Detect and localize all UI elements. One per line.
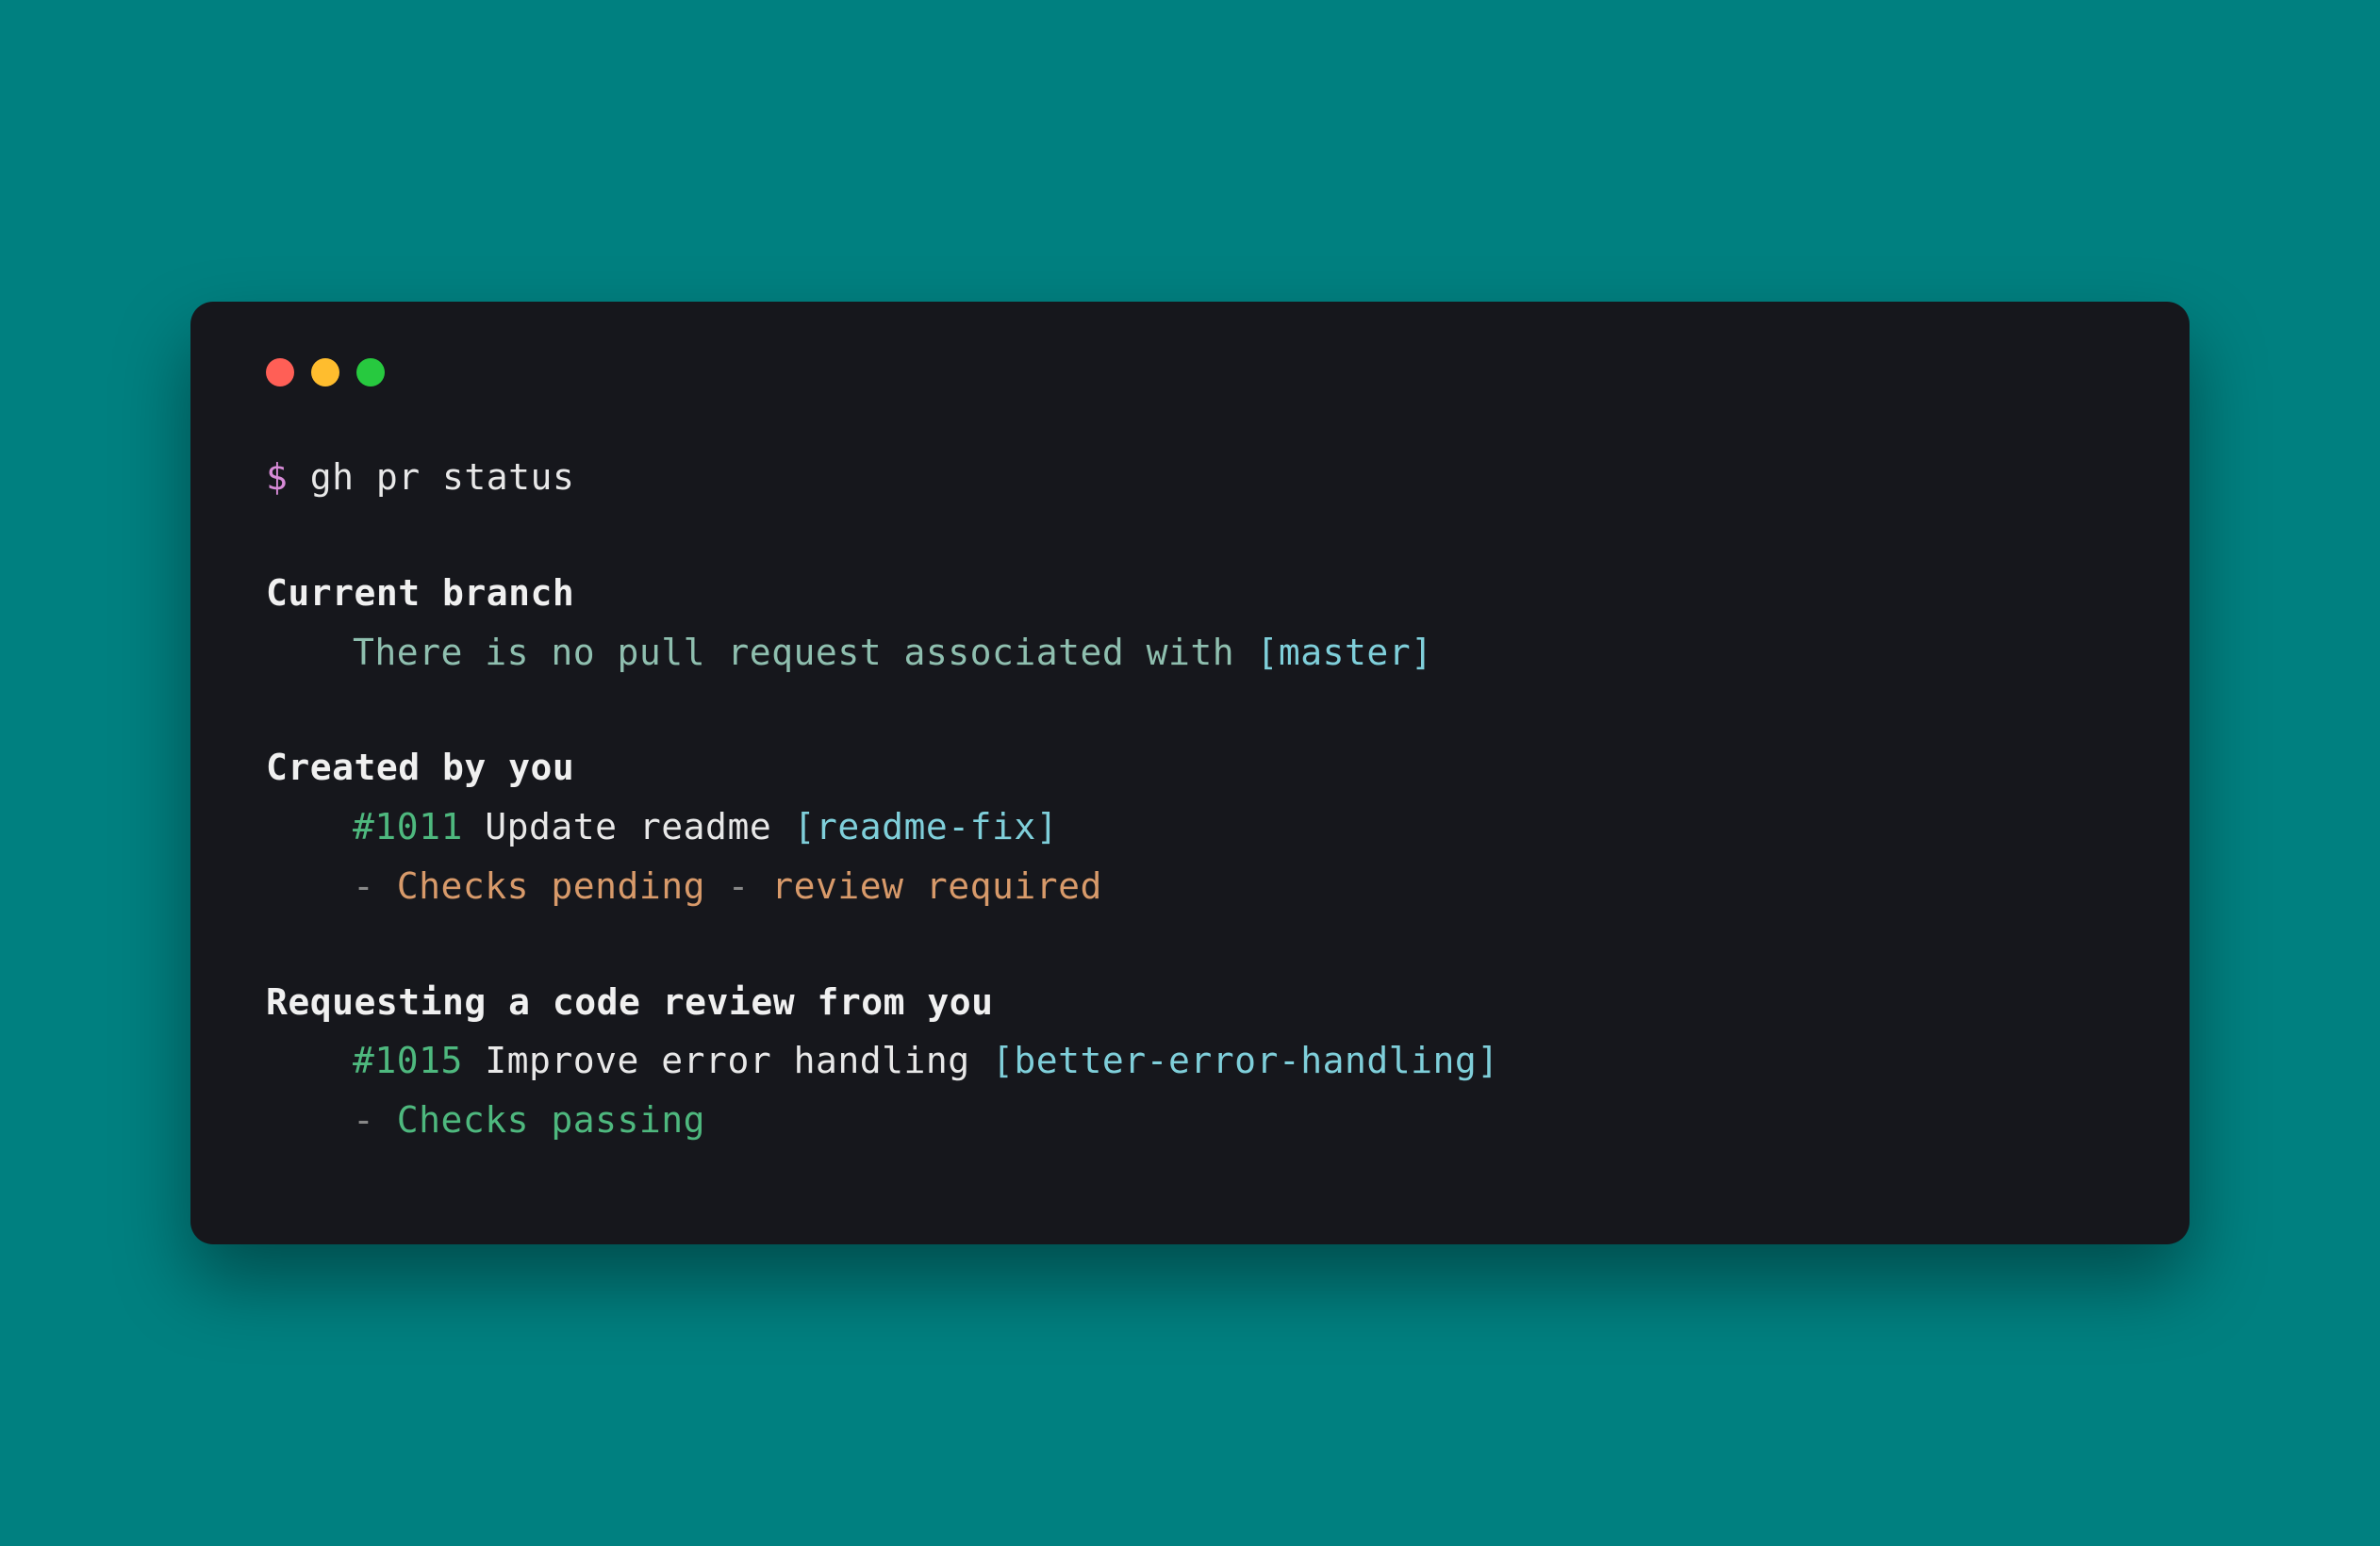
pr-branch: [better-error-handling] xyxy=(992,1040,1499,1081)
status-dash: - xyxy=(353,1099,397,1141)
section-header: Requesting a code review from you xyxy=(266,973,2114,1032)
branch-message-line: There is no pull request associated with… xyxy=(266,623,2114,683)
terminal-window: $ gh pr status Current branch There is n… xyxy=(190,302,2190,1243)
checks-pending-status: Checks pending xyxy=(397,865,705,907)
pr-number: #1015 xyxy=(353,1040,463,1081)
branch-message: There is no pull request associated with xyxy=(353,632,1257,673)
branch-name: [master] xyxy=(1257,632,1433,673)
pr-branch: [readme-fix] xyxy=(794,806,1059,847)
terminal-content: $ gh pr status Current branch There is n… xyxy=(266,448,2114,1149)
checks-passing-status: Checks passing xyxy=(397,1099,705,1141)
pr-status-line: - Checks passing xyxy=(266,1091,2114,1150)
pr-number: #1011 xyxy=(353,806,463,847)
section-current-branch: Current branch There is no pull request … xyxy=(266,564,2114,682)
pr-status-line: - Checks pending - review required xyxy=(266,857,2114,916)
section-header: Current branch xyxy=(266,564,2114,623)
section-requesting-review: Requesting a code review from you #1015 … xyxy=(266,973,2114,1150)
pr-line: #1011 Update readme [readme-fix] xyxy=(266,798,2114,857)
pr-line: #1015 Improve error handling [better-err… xyxy=(266,1031,2114,1091)
section-created-by-you: Created by you #1011 Update readme [read… xyxy=(266,738,2114,915)
section-header: Created by you xyxy=(266,738,2114,798)
maximize-icon[interactable] xyxy=(356,358,385,386)
status-dash: - xyxy=(353,865,397,907)
minimize-icon[interactable] xyxy=(311,358,339,386)
close-icon[interactable] xyxy=(266,358,294,386)
review-required-status: review required xyxy=(771,865,1102,907)
pr-title: Improve error handling xyxy=(463,1040,992,1081)
window-controls xyxy=(266,358,2114,386)
pr-title: Update readme xyxy=(463,806,794,847)
status-dash: - xyxy=(705,865,771,907)
command-text: gh pr status xyxy=(310,456,575,498)
prompt-symbol: $ xyxy=(266,456,288,498)
prompt-line: $ gh pr status xyxy=(266,448,2114,507)
